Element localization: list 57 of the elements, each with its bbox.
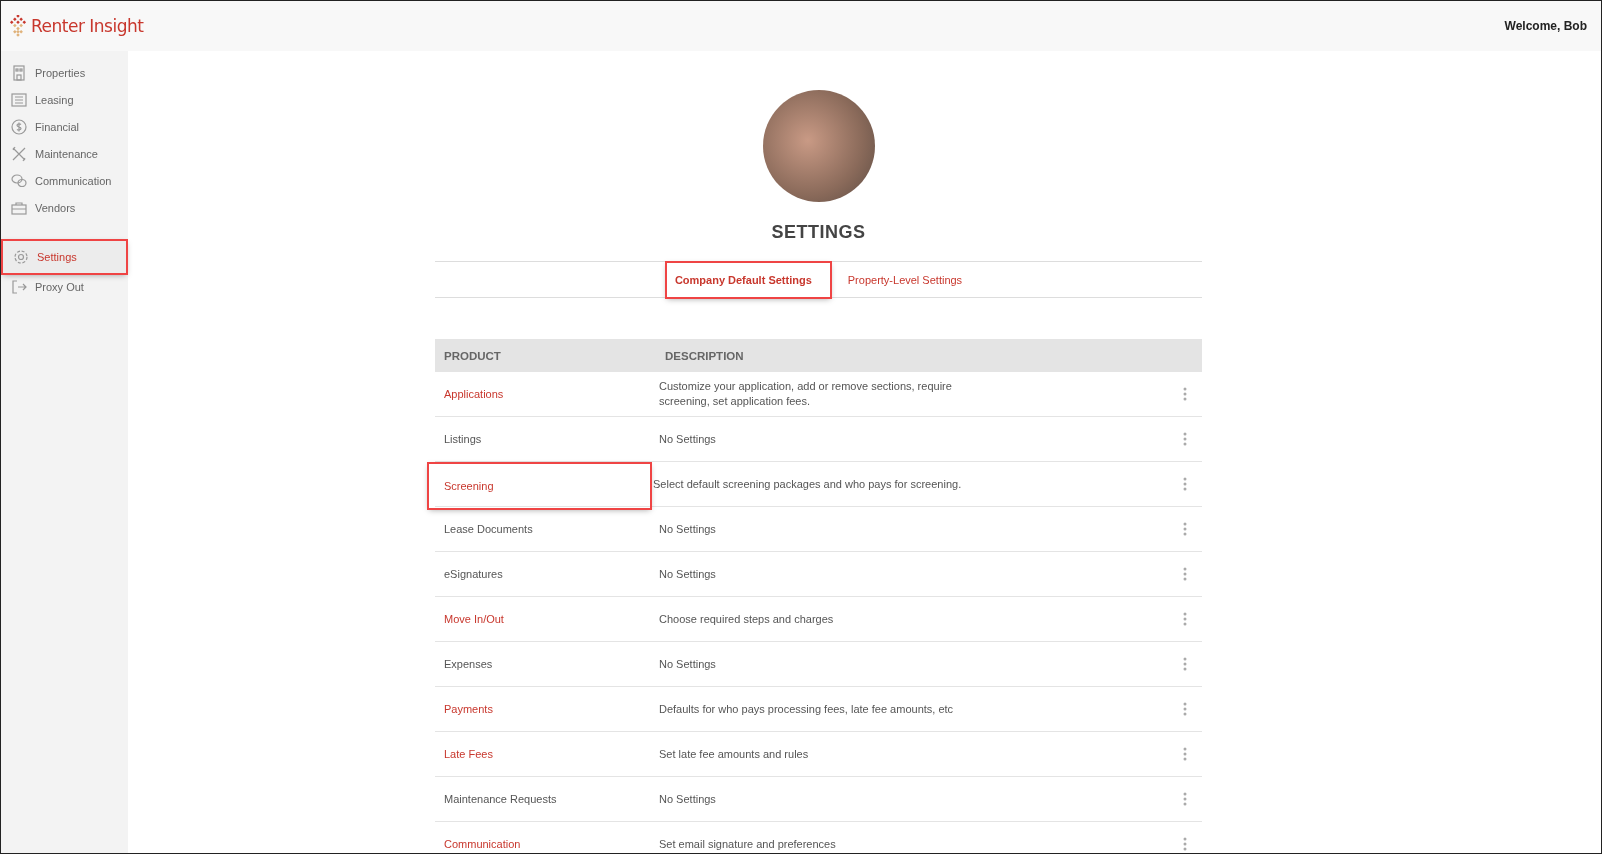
chat-icon (11, 172, 27, 189)
description-text: Choose required steps and charges (658, 611, 835, 627)
description-text: No Settings (658, 521, 717, 537)
product-label: Maintenance Requests (443, 792, 558, 807)
sidebar-item[interactable]: Settings (3, 241, 126, 273)
product-link[interactable]: Applications (435, 372, 656, 416)
tools-icon (11, 145, 27, 162)
page-title: SETTINGS (771, 222, 866, 243)
more-options-icon[interactable] (1183, 387, 1187, 401)
logo-icon (9, 15, 27, 37)
product-label: Lease Documents (443, 522, 534, 537)
exit-icon (11, 278, 27, 295)
description-text: No Settings (658, 791, 717, 807)
more-options-icon[interactable] (1183, 747, 1187, 761)
product-link[interactable]: Payments (435, 687, 656, 731)
sidebar-item[interactable]: Proxy Out (1, 273, 128, 300)
sidebar-item[interactable]: Communication (1, 167, 128, 194)
more-options-icon[interactable] (1183, 612, 1187, 626)
briefcase-icon (11, 199, 27, 216)
more-options-icon[interactable] (1183, 477, 1187, 491)
list-icon (11, 91, 27, 108)
sidebar-item[interactable]: Maintenance (1, 140, 128, 167)
product-label: eSignatures (443, 567, 504, 582)
sidebar-item[interactable]: Properties (1, 59, 128, 86)
description-text: No Settings (658, 431, 717, 447)
product-label: Expenses (443, 657, 494, 672)
dollar-icon (11, 118, 27, 135)
description-text: No Settings (658, 656, 717, 672)
column-header: DESCRIPTION (664, 349, 744, 362)
description-text: Set late fee amounts and rules (658, 746, 810, 762)
description-text: No Settings (658, 566, 717, 582)
sidebar-item[interactable]: Leasing (1, 86, 128, 113)
description-text: Select default screening packages and who pays for screening. (652, 476, 963, 492)
description-text: Customize your application, add or remove sections, require screening, set application fees. (658, 379, 953, 409)
more-options-icon[interactable] (1183, 837, 1187, 851)
more-options-icon[interactable] (1183, 567, 1187, 581)
more-options-icon[interactable] (1183, 657, 1187, 671)
tab[interactable]: Property-Level Settings (839, 264, 971, 295)
settings-icon (13, 249, 29, 265)
welcome-text: Welcome, Bob (1504, 19, 1587, 33)
product-link[interactable]: Late Fees (435, 732, 656, 776)
description-text: Defaults for who pays processing fees, late fee amounts, etc (658, 701, 955, 717)
more-options-icon[interactable] (1183, 432, 1187, 446)
sidebar-item[interactable]: Vendors (1, 194, 128, 221)
product-link[interactable]: Screening (429, 464, 650, 508)
building-icon (11, 64, 27, 81)
product-label: Listings (443, 432, 483, 447)
product-link[interactable]: Communication (435, 822, 656, 853)
more-options-icon[interactable] (1183, 522, 1187, 536)
sidebar-item[interactable]: Financial (1, 113, 128, 140)
column-header: PRODUCT (443, 349, 502, 362)
product-link[interactable]: Move In/Out (435, 597, 656, 641)
description-text: Set email signature and preferences (658, 836, 837, 852)
more-options-icon[interactable] (1183, 702, 1187, 716)
more-options-icon[interactable] (1183, 792, 1187, 806)
brand-name: Renter Insight (31, 16, 144, 36)
tab[interactable]: Company Default Settings (666, 262, 830, 297)
